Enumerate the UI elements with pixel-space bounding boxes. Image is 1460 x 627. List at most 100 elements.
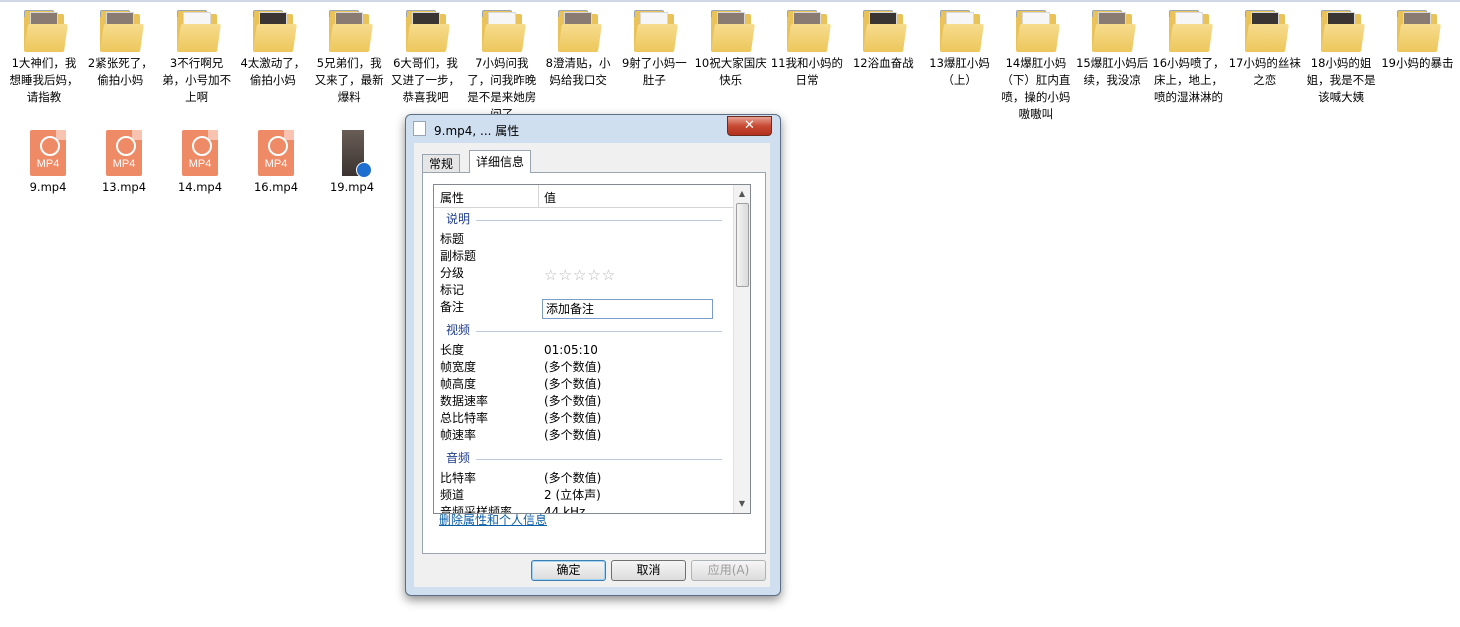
property-name: 标题 — [440, 232, 465, 246]
property-name: 频道 — [440, 488, 465, 502]
file-item[interactable]: MP4 16.mp4 — [238, 130, 314, 196]
video-thumbnail-icon — [332, 130, 372, 178]
folder-item[interactable]: 9射了小妈一肚子 — [616, 8, 692, 89]
folder-item[interactable]: 7小妈问我了，问我昨晚是不是来她房间了 — [464, 8, 540, 123]
folder-label: 4太激动了，偷拍小妈 — [240, 56, 306, 87]
folder-item[interactable]: 3不行啊兄弟，小号加不上啊 — [159, 8, 235, 106]
group-video: 视频 — [446, 323, 471, 337]
folder-item[interactable]: 4太激动了，偷拍小妈 — [235, 8, 311, 89]
dialog-title: 9.mp4, ... 属性 — [434, 124, 520, 138]
apply-button[interactable]: 应用(A) — [691, 560, 766, 581]
folder-item[interactable]: 6大哥们，我又进了一步，恭喜我吧 — [388, 8, 464, 106]
file-label: 9.mp4 — [29, 180, 67, 194]
folder-icon — [402, 8, 450, 54]
scroll-up-icon[interactable]: ▲ — [736, 187, 748, 201]
column-header-value[interactable]: 值 — [544, 189, 556, 206]
file-item[interactable]: MP4 13.mp4 — [86, 130, 162, 196]
property-value: (多个数值) — [544, 471, 602, 485]
folder-icon — [783, 8, 831, 54]
group-divider — [476, 331, 722, 332]
folder-item[interactable]: 8澄清贴，小妈给我口交 — [540, 8, 616, 89]
folder-icon — [936, 8, 984, 54]
dialog-client: 常规 详细信息 属性 值 说明 标题 副标题 分级 ☆☆☆☆☆ 标记 备注 添加… — [414, 143, 770, 587]
folder-icon — [1317, 8, 1366, 54]
file-item[interactable]: 19.mp4 — [314, 130, 390, 196]
folder-label: 12浴血奋战 — [852, 56, 914, 70]
folder-icon — [20, 8, 68, 54]
folder-label: 10祝大家国庆快乐 — [694, 56, 767, 87]
folder-item[interactable]: 16小妈喷了，床上，地上，喷的湿淋淋的 — [1151, 8, 1227, 106]
close-button[interactable]: ✕ — [727, 116, 772, 136]
properties-dialog: 9.mp4, ... 属性 ✕ 常规 详细信息 属性 值 说明 标题 副标题 分… — [405, 114, 781, 596]
mp4-file-icon: MP4 — [180, 130, 220, 178]
tab-details[interactable]: 详细信息 — [469, 150, 532, 173]
folder-item[interactable]: 1大神们，我想睡我后妈，请指教 — [6, 8, 82, 106]
folder-icon — [1393, 8, 1442, 54]
folder-item[interactable]: 14爆肛小妈（下）肛内直喷，操的小妈嗷嗷叫 — [998, 8, 1074, 123]
folder-label: 18小妈的姐姐，我是不是该喊大姨 — [1306, 56, 1376, 104]
file-type-tag: MP4 — [188, 158, 212, 170]
folder-item[interactable]: 19小妈的暴击 — [1379, 8, 1455, 72]
ok-button[interactable]: 确定 — [531, 560, 606, 581]
property-name: 标记 — [440, 283, 465, 297]
file-icon — [413, 121, 426, 136]
rating-stars[interactable]: ☆☆☆☆☆ — [544, 266, 616, 284]
file-type-tag: MP4 — [112, 158, 136, 170]
file-label: 16.mp4 — [253, 180, 299, 194]
property-name: 比特率 — [440, 471, 477, 485]
group-divider — [476, 220, 722, 221]
folder-icon — [1012, 8, 1060, 54]
file-item[interactable]: MP4 9.mp4 — [10, 130, 86, 196]
file-label: 19.mp4 — [329, 180, 375, 194]
property-value: 01:05:10 — [544, 343, 598, 357]
column-header-property[interactable]: 属性 — [440, 189, 464, 206]
folder-label: 7小妈问我了，问我昨晚是不是来她房间了 — [467, 56, 537, 121]
folder-item[interactable]: 10祝大家国庆快乐 — [693, 8, 769, 89]
property-value: (多个数值) — [544, 360, 602, 374]
property-name: 数据速率 — [440, 394, 489, 408]
file-item[interactable]: MP4 14.mp4 — [162, 130, 238, 196]
folder-item[interactable]: 15爆肛小妈后续，我没凉 — [1074, 8, 1150, 89]
scroll-thumb[interactable] — [736, 203, 749, 287]
group-divider — [476, 459, 722, 460]
folder-label: 15爆肛小妈后续，我没凉 — [1076, 56, 1149, 87]
folder-item[interactable]: 2紧张死了，偷拍小妈 — [82, 8, 158, 89]
folder-item[interactable]: 17小妈的丝袜之恋 — [1227, 8, 1303, 89]
folder-icon — [707, 8, 755, 54]
cancel-button[interactable]: 取消 — [611, 560, 686, 581]
property-value: (多个数值) — [544, 394, 602, 408]
property-value: (多个数值) — [544, 428, 602, 442]
scroll-down-icon[interactable]: ▼ — [736, 497, 748, 511]
vertical-scrollbar[interactable]: ▲ ▼ — [733, 185, 750, 513]
mp4-file-icon: MP4 — [104, 130, 144, 178]
property-name: 帧高度 — [440, 377, 477, 391]
folder-item[interactable]: 5兄弟们，我又来了，最新爆料 — [311, 8, 387, 106]
property-list: 属性 值 说明 标题 副标题 分级 ☆☆☆☆☆ 标记 备注 添加备注 视频 长度… — [433, 184, 751, 514]
folder-label: 2紧张死了，偷拍小妈 — [87, 56, 153, 87]
property-value: 2 (立体声) — [544, 488, 601, 502]
folder-icon — [1165, 8, 1213, 54]
details-panel: 属性 值 说明 标题 副标题 分级 ☆☆☆☆☆ 标记 备注 添加备注 视频 长度… — [422, 172, 766, 554]
comment-input[interactable]: 添加备注 — [542, 299, 713, 319]
property-name: 总比特率 — [440, 411, 489, 425]
dialog-titlebar[interactable]: 9.mp4, ... 属性 ✕ — [406, 115, 780, 143]
folder-label: 6大哥们，我又进了一步，恭喜我吧 — [391, 56, 460, 104]
file-label: 14.mp4 — [177, 180, 223, 194]
folder-icon — [630, 8, 679, 54]
file-label: 13.mp4 — [101, 180, 147, 194]
folder-label: 17小妈的丝袜之恋 — [1228, 56, 1301, 87]
folder-label: 19小妈的暴击 — [1381, 56, 1454, 70]
property-name: 长度 — [440, 343, 465, 357]
property-name: 备注 — [440, 300, 465, 314]
folder-item[interactable]: 12浴血奋战 — [845, 8, 921, 72]
file-type-tag: MP4 — [36, 158, 60, 170]
tab-general[interactable]: 常规 — [422, 154, 461, 173]
folder-label: 9射了小妈一肚子 — [621, 56, 687, 87]
property-value: (多个数值) — [544, 377, 602, 391]
column-divider[interactable] — [538, 185, 539, 207]
window-top-border — [0, 0, 1460, 2]
folder-item[interactable]: 13爆肛小妈（上） — [922, 8, 998, 89]
folder-item[interactable]: 11我和小妈的日常 — [769, 8, 845, 89]
folder-item[interactable]: 18小妈的姐姐，我是不是该喊大姨 — [1303, 8, 1379, 106]
remove-properties-link[interactable]: 删除属性和个人信息 — [439, 511, 547, 528]
